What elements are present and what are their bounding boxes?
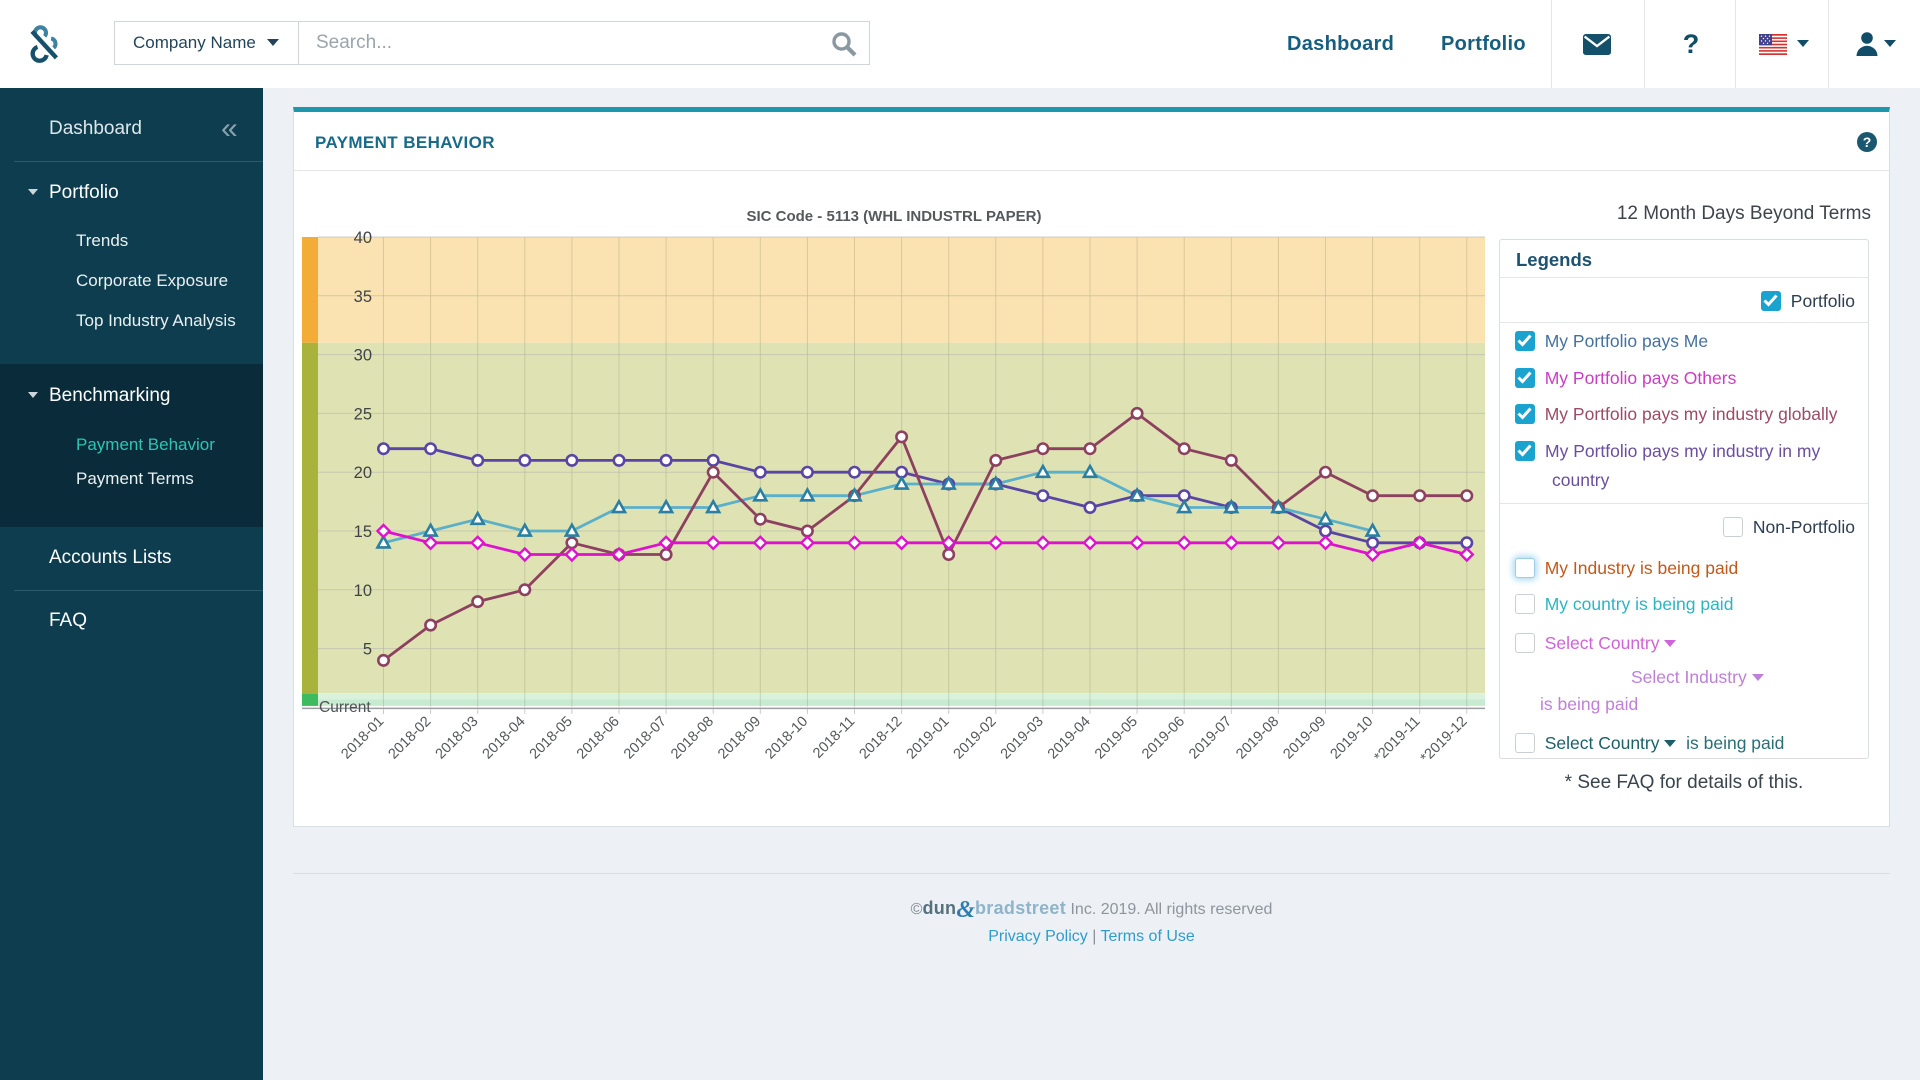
svg-text:2019-07: 2019-07 [1186, 714, 1235, 763]
svg-text:2018-10: 2018-10 [762, 714, 811, 763]
svg-text:35: 35 [354, 288, 372, 306]
svg-text:2018-01: 2018-01 [338, 714, 387, 763]
svg-text:2019-02: 2019-02 [951, 714, 1000, 763]
svg-text:2019-05: 2019-05 [1092, 714, 1141, 763]
svg-text:2019-06: 2019-06 [1139, 714, 1188, 763]
svg-text:2018-06: 2018-06 [574, 714, 623, 763]
svg-text:2019-09: 2019-09 [1280, 714, 1329, 763]
svg-text:*2019-11: *2019-11 [1371, 714, 1423, 766]
svg-text:40: 40 [354, 229, 372, 247]
svg-text:2018-03: 2018-03 [433, 714, 482, 763]
svg-text:15: 15 [354, 523, 372, 541]
svg-text:2019-10: 2019-10 [1327, 714, 1376, 763]
svg-text:20: 20 [354, 464, 372, 482]
svg-text:2018-04: 2018-04 [480, 714, 529, 763]
svg-text:30: 30 [354, 347, 372, 365]
svg-text:10: 10 [354, 582, 372, 600]
svg-text:5: 5 [363, 641, 372, 659]
svg-text:2018-02: 2018-02 [385, 714, 434, 763]
svg-text:2018-09: 2018-09 [715, 714, 764, 763]
svg-text:2019-04: 2019-04 [1045, 714, 1094, 763]
svg-text:*2019-12: *2019-12 [1418, 714, 1471, 767]
svg-text:Current: Current [319, 699, 371, 716]
svg-text:2019-08: 2019-08 [1233, 714, 1282, 763]
svg-text:2018-08: 2018-08 [668, 714, 717, 763]
svg-text:2018-12: 2018-12 [856, 714, 905, 763]
svg-text:2019-01: 2019-01 [904, 714, 953, 763]
svg-text:2018-05: 2018-05 [527, 714, 576, 763]
svg-text:25: 25 [354, 405, 372, 423]
svg-text:2018-07: 2018-07 [621, 714, 670, 763]
svg-text:2019-03: 2019-03 [998, 714, 1047, 763]
svg-text:2018-11: 2018-11 [810, 714, 858, 762]
